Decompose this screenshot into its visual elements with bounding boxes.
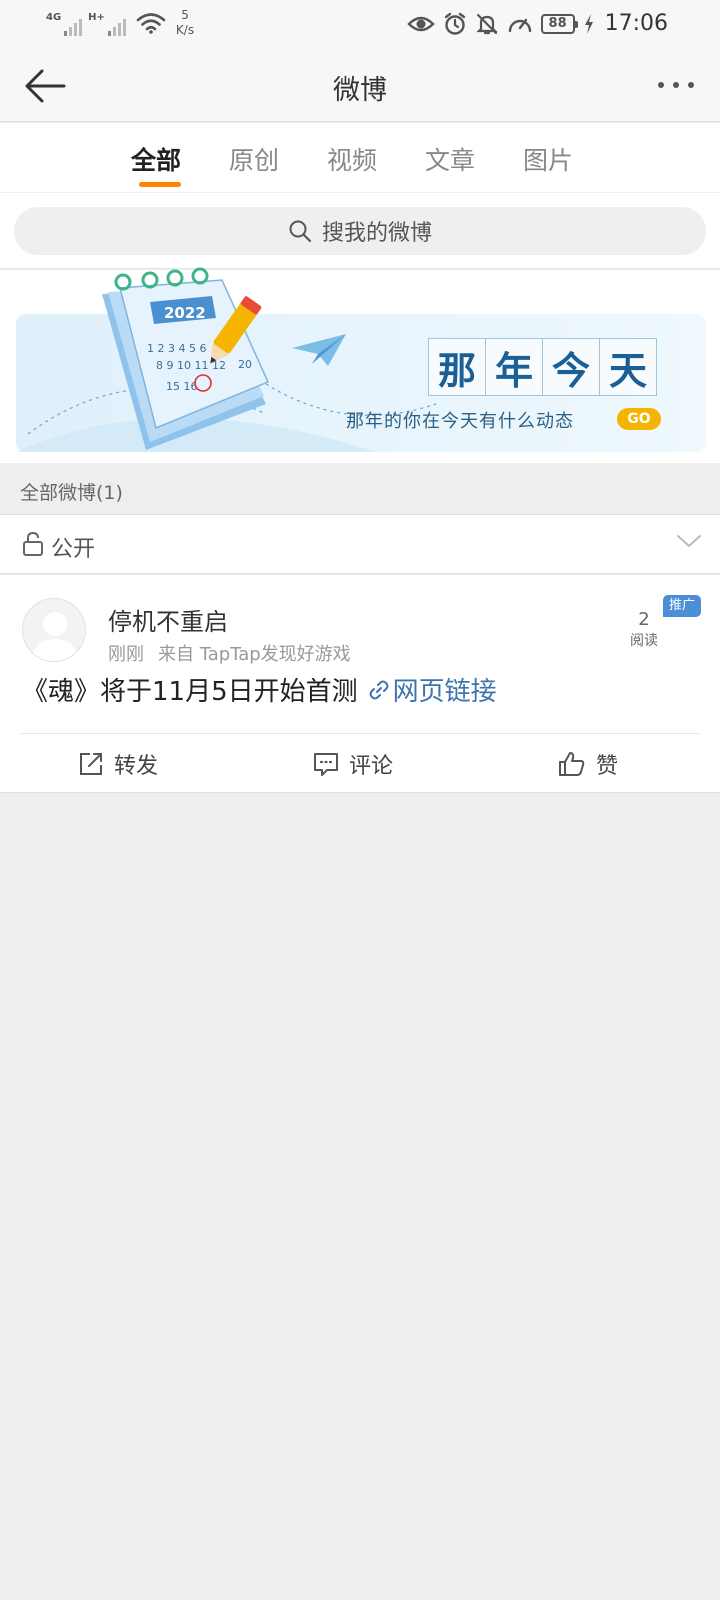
tab-pictures[interactable]: 图片 [508,141,588,177]
signal-bar [107,31,111,36]
avatar[interactable] [22,598,86,662]
signal-2-label: H+ [88,12,105,23]
tab-original[interactable]: 原创 [214,141,294,177]
post-time: 刚刚 [108,644,144,665]
app-header: 微博 [0,50,720,122]
clock-time: 17:06 [604,11,668,36]
thumbs-up-icon [559,752,585,776]
banner-section: 2022 1 2 3 4 5 6 8 9 10 11 12 15 16 20 那 [0,267,720,463]
battery-indicator: 88 [540,13,578,34]
like-label: 赞 [596,754,619,779]
alarm-icon [444,12,465,35]
banner-subtitle: 那年的你在今天有什么动态 [346,411,574,432]
comment-label: 评论 [349,754,394,779]
speedometer-icon [508,18,531,32]
comment-button[interactable]: 评论 [313,748,393,780]
read-count-label: 阅读 [630,633,658,649]
signal-bar [122,19,126,36]
signal-bar [112,27,116,36]
signal-1-label: 4G [46,12,62,23]
signal-bar [79,19,83,36]
like-button[interactable]: 赞 [558,748,618,780]
charging-bolt-icon [584,13,593,34]
speed-value: 5 [181,8,189,22]
link-icon [369,680,389,699]
post-username[interactable]: 停机不重启 [108,602,228,637]
banner-title-char: 年 [485,338,543,396]
more-options-icon[interactable] [658,82,694,88]
web-link[interactable]: 网页链接 [368,671,497,708]
cell-signal-1: 4G [46,8,83,36]
visibility-filter[interactable]: 公开 [0,514,720,574]
web-link-label: 网页链接 [392,677,497,707]
banner-title-char: 天 [599,338,657,396]
speed-unit: K/s [175,23,195,37]
signal-bar [117,23,121,36]
status-left: 4G H+ 5 K/s [46,8,194,38]
banner-title-char: 今 [542,338,600,396]
unlock-icon [23,531,43,556]
post-text: 《魂》将于11月5日开始首测 [22,677,358,707]
tab-articles[interactable]: 文章 [410,141,490,177]
tab-video[interactable]: 视频 [312,141,392,177]
section-label: 全部微博(1) [20,482,123,504]
bell-muted-icon [475,13,498,34]
search-icon [289,220,312,243]
repost-icon [80,753,102,775]
repost-button[interactable]: 转发 [78,748,158,780]
banner-go-button[interactable]: GO [617,408,661,430]
search-placeholder: 搜我的微博 [321,221,432,246]
tab-all[interactable]: 全部 [116,141,196,177]
svg-text:20: 20 [238,358,252,371]
filter-tabs: 全部 原创 视频 文章 图片 [0,123,720,193]
calendar-year: 2022 [164,304,206,322]
signal-bar [64,31,68,36]
active-tab-indicator [139,182,181,187]
post-source: 来自 TapTap发现好游戏 [158,644,351,665]
section-header: 全部微博(1) [0,464,720,514]
post-meta: 刚刚 来自 TapTap发现好游戏 [108,640,351,666]
status-bar: 4G H+ 5 K/s 88 17:06 [0,0,720,50]
repost-label: 转发 [114,754,159,779]
default-avatar-icon [31,612,79,661]
chevron-down-icon[interactable] [676,533,702,549]
on-this-day-banner[interactable]: 2022 1 2 3 4 5 6 8 9 10 11 12 15 16 20 那 [16,267,706,452]
network-speed: 5 K/s [176,8,194,38]
signal-bar [69,27,73,36]
cell-signal-2: H+ [88,8,126,36]
comment-icon [314,753,338,776]
visibility-label: 公开 [51,537,96,562]
page-title: 微博 [333,75,387,106]
eye-icon [406,16,435,31]
signal-bar [74,23,78,36]
post-content: 《魂》将于11月5日开始首测 网页链接 [22,671,497,708]
wifi-icon [136,13,166,34]
promote-badge[interactable]: 推广 [663,595,701,617]
svg-text:15 16: 15 16 [166,380,198,393]
post-actions: 转发 评论 赞 [0,734,720,792]
status-right: 88 17:06 [406,11,668,36]
search-section: 搜我的微博 [0,193,720,269]
banner-title-char: 那 [428,338,486,396]
read-count-number: 2 [638,609,650,630]
banner-title: 那 年 今 天 [428,338,657,396]
post-card[interactable]: 停机不重启 刚刚 来自 TapTap发现好游戏 2 阅读 推广 《魂》将于11月5… [0,575,720,793]
svg-text:1 2 3 4 5 6: 1 2 3 4 5 6 [147,342,206,355]
read-count: 2 阅读 [622,609,666,650]
search-bar[interactable]: 搜我的微博 [14,207,706,255]
